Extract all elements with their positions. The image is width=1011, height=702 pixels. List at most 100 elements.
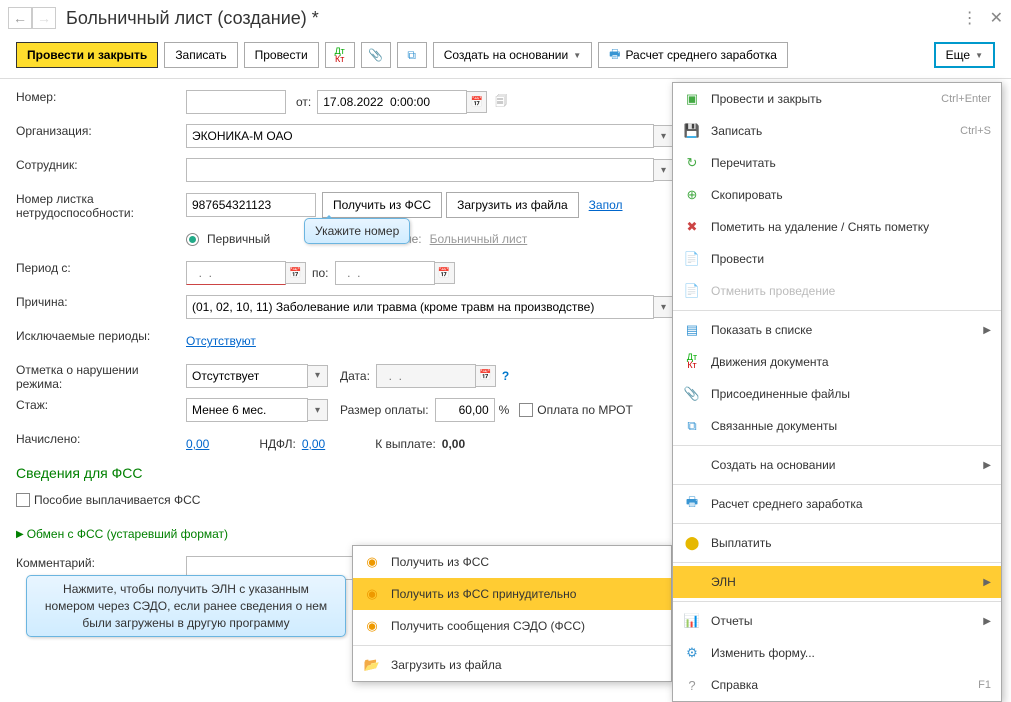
cancel-post-icon: 📄 xyxy=(683,283,701,299)
menu-save[interactable]: 💾ЗаписатьCtrl+S xyxy=(673,115,1001,147)
menu-show-list[interactable]: ▤Показать в списке▶ xyxy=(673,314,1001,346)
experience-input[interactable] xyxy=(186,398,308,422)
menu-related[interactable]: ⧉Связанные документы xyxy=(673,410,1001,442)
leave-num-input[interactable] xyxy=(186,193,316,217)
dropdown-icon[interactable]: ▾ xyxy=(654,125,674,147)
period-from-input[interactable] xyxy=(186,261,286,285)
calendar-icon[interactable]: 📅 xyxy=(286,262,306,284)
copy-icon: ⊕ xyxy=(683,187,701,203)
attach-button[interactable]: 📎 xyxy=(361,42,391,68)
fss-exchange-link[interactable]: Обмен с ФСС (устаревший формат) xyxy=(27,527,228,541)
chevron-right-icon[interactable]: ▶ xyxy=(16,529,24,540)
menu-reread[interactable]: ↻Перечитать xyxy=(673,147,1001,179)
menu-submit[interactable]: 📄Провести xyxy=(673,243,1001,275)
menu-copy[interactable]: ⊕Скопировать xyxy=(673,179,1001,211)
print-icon[interactable]: 🗐 xyxy=(495,92,507,113)
pay-rate-label: Размер оплаты: xyxy=(340,403,429,417)
related-button[interactable]: ⧉ xyxy=(397,42,427,68)
employee-input[interactable] xyxy=(186,158,654,182)
load-file-button[interactable]: Загрузить из файла xyxy=(446,192,579,218)
violation-input[interactable] xyxy=(186,364,308,388)
menu-attached[interactable]: 📎Присоединенные файлы xyxy=(673,378,1001,410)
submenu-get-sedo[interactable]: ◉Получить сообщения СЭДО (ФСС) xyxy=(353,610,671,642)
menu-avg-calc[interactable]: 🖶Расчет среднего заработка xyxy=(673,488,1001,520)
menu-help[interactable]: ?СправкаF1 xyxy=(673,669,1001,701)
menu-cancel-post[interactable]: 📄Отменить проведение xyxy=(673,275,1001,307)
attach-icon: 📎 xyxy=(683,386,701,402)
calendar-icon[interactable]: 📅 xyxy=(435,262,455,284)
dtkt-button[interactable]: ДтКт xyxy=(325,42,355,68)
menu-reports[interactable]: 📊Отчеты▶ xyxy=(673,605,1001,637)
separator xyxy=(673,523,1001,524)
fss-icon: ◉ xyxy=(363,554,381,570)
list-icon: ▤ xyxy=(683,322,701,338)
save-button[interactable]: Записать xyxy=(164,42,237,68)
nav-fwd-button[interactable]: → xyxy=(32,7,56,29)
post-icon: 📄 xyxy=(683,251,701,267)
calendar-icon[interactable]: 📅 xyxy=(476,365,496,387)
number-input[interactable] xyxy=(186,90,286,114)
kebab-icon[interactable]: ⋮ xyxy=(962,8,978,28)
menu-mark-delete[interactable]: ✖Пометить на удаление / Снять пометку xyxy=(673,211,1001,243)
coin-icon: ⬤ xyxy=(683,535,701,551)
create-based-button[interactable]: Создать на основании ▼ xyxy=(433,42,592,68)
continuation-link[interactable]: Больничный лист xyxy=(430,232,528,246)
reason-input[interactable] xyxy=(186,295,654,319)
report-icon: 📊 xyxy=(683,613,701,629)
org-input[interactable] xyxy=(186,124,654,148)
violation-label: Отметка о нарушении режима: xyxy=(16,360,186,391)
menu-create-based[interactable]: Создать на основании▶ xyxy=(673,449,1001,481)
dropdown-icon[interactable]: ▾ xyxy=(308,365,328,387)
fill-link[interactable]: Запол xyxy=(589,198,623,212)
pct-label: % xyxy=(499,403,510,417)
fss-icon: ◉ xyxy=(363,586,381,602)
fss-paid-label: Пособие выплачивается ФСС xyxy=(34,493,200,507)
submit-button[interactable]: Провести xyxy=(244,42,319,68)
dropdown-icon[interactable]: ▾ xyxy=(654,296,674,318)
menu-submit-close[interactable]: ▣Провести и закрытьCtrl+Enter xyxy=(673,83,1001,115)
dropdown-icon[interactable]: ▾ xyxy=(654,159,674,181)
help-icon[interactable]: ? xyxy=(502,369,509,383)
submenu-load-file[interactable]: 📂Загрузить из файла xyxy=(353,649,671,681)
excluded-link[interactable]: Отсутствуют xyxy=(186,334,256,348)
submenu-get-fss-force[interactable]: ◉Получить из ФСС принудительно xyxy=(353,578,671,610)
to-pay-label: К выплате: xyxy=(375,437,436,451)
menu-pay[interactable]: ⬤Выплатить xyxy=(673,527,1001,559)
from-label: от: xyxy=(296,95,311,109)
avg-calc-button[interactable]: 🖶 Расчет среднего заработка xyxy=(598,42,788,68)
more-menu: ▣Провести и закрытьCtrl+Enter 💾ЗаписатьC… xyxy=(672,82,1002,702)
separator xyxy=(673,484,1001,485)
print-icon: 🖶 xyxy=(683,493,701,515)
menu-movements[interactable]: ДтКтДвижения документа xyxy=(673,346,1001,378)
eln-submenu: ◉Получить из ФСС ◉Получить из ФСС принуд… xyxy=(352,545,672,682)
dropdown-icon[interactable]: ▾ xyxy=(308,399,328,421)
separator xyxy=(673,562,1001,563)
dtkt-icon: ДтКт xyxy=(683,353,701,371)
mrot-checkbox[interactable] xyxy=(519,403,533,417)
primary-radio[interactable] xyxy=(186,233,199,246)
get-fss-button[interactable]: Получить из ФСС xyxy=(322,192,442,218)
nav-back-button[interactable]: ← xyxy=(8,7,32,29)
accrued-label: Начислено: xyxy=(16,429,186,446)
submit-close-button[interactable]: Провести и закрыть xyxy=(16,42,158,68)
period-to-input[interactable] xyxy=(335,261,435,285)
number-label: Номер: xyxy=(16,87,186,104)
more-button[interactable]: Еще ▼ xyxy=(934,42,995,68)
date-input[interactable] xyxy=(317,90,467,114)
menu-change-form[interactable]: ⚙Изменить форму... xyxy=(673,637,1001,669)
to-pay-value: 0,00 xyxy=(442,437,465,451)
violation-date-input[interactable] xyxy=(376,364,476,388)
to-label: по: xyxy=(312,266,329,280)
pay-rate-input[interactable] xyxy=(435,398,495,422)
ndfl-label: НДФЛ: xyxy=(259,437,295,451)
calendar-icon[interactable]: 📅 xyxy=(467,91,487,113)
separator xyxy=(673,601,1001,602)
fss-paid-checkbox[interactable] xyxy=(16,493,30,507)
employee-label: Сотрудник: xyxy=(16,155,186,172)
close-icon[interactable]: ✕ xyxy=(990,8,1003,28)
menu-eln[interactable]: ЭЛН▶ xyxy=(673,566,1001,598)
accrued-link[interactable]: 0,00 xyxy=(186,437,209,451)
ndfl-link[interactable]: 0,00 xyxy=(302,437,325,451)
tooltip-instruction: Нажмите, чтобы получить ЭЛН с указанным … xyxy=(26,575,346,637)
submenu-get-fss[interactable]: ◉Получить из ФСС xyxy=(353,546,671,578)
